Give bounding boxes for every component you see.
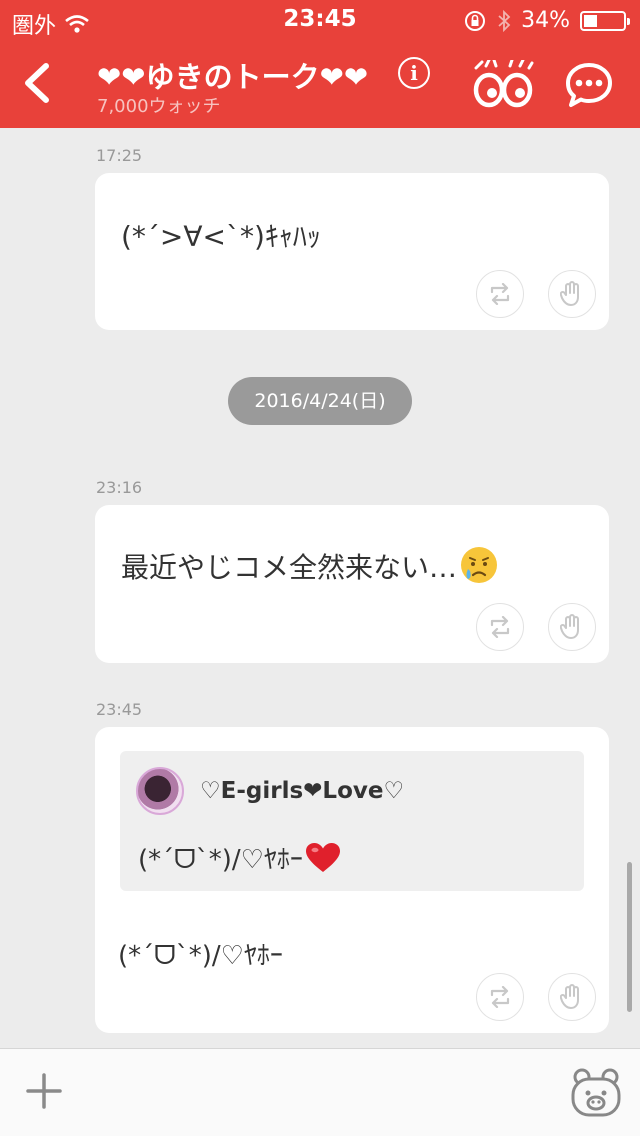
scrollbar[interactable]: [627, 862, 632, 1012]
red-heart-icon: [305, 843, 340, 872]
clap-button[interactable]: [548, 270, 596, 318]
message-text: 最近やじコメ全然来ない…: [121, 545, 499, 586]
date-separator: 2016/4/24(日): [228, 377, 412, 425]
chevron-left-icon[interactable]: [18, 58, 58, 108]
message-timestamp: 23:45: [96, 700, 143, 719]
message-timestamp: 17:25: [96, 146, 143, 165]
hand-icon: [560, 281, 579, 306]
message-card: (*´>∀<`*)ｷｬﾊｯ: [95, 173, 609, 330]
quote-author: ♡E-girls❤Love♡: [200, 778, 405, 804]
crying-face-icon: [461, 547, 498, 583]
clap-button[interactable]: [548, 973, 596, 1021]
message-body: 最近やじコメ全然来ない…: [121, 551, 458, 584]
message-text: (*´>∀<`*)ｷｬﾊｯ: [121, 220, 321, 253]
quoted-message[interactable]: ♡E-girls❤Love♡ (*´ᗜ`*)/♡ﾔﾎｰ: [120, 751, 584, 891]
battery-icon: [580, 10, 630, 31]
message-timestamp: 23:16: [96, 478, 143, 497]
page-title: ❤❤ゆきのトーク❤❤: [97, 60, 369, 94]
hand-icon: [560, 614, 579, 639]
message-text: (*´ᗜ`*)/♡ﾔﾎｰ: [118, 941, 283, 971]
quote-text: (*´ᗜ`*)/♡ﾔﾎｰ: [138, 839, 341, 876]
battery-percent: 34%: [521, 8, 570, 33]
bluetooth-icon: [498, 9, 511, 32]
avatar[interactable]: [136, 767, 184, 815]
watch-count: 7,000ウォッチ: [97, 96, 221, 117]
repost-icon: [490, 616, 510, 638]
repost-button[interactable]: [476, 603, 524, 651]
quote-body: (*´ᗜ`*)/♡ﾔﾎｰ: [138, 845, 303, 875]
top-bar: 圏外 23:45 34% ❤❤ゆきのトーク❤❤ 7,000ウォッチ i: [0, 0, 640, 128]
message-card: ♡E-girls❤Love♡ (*´ᗜ`*)/♡ﾔﾎｰ (*´ᗜ`*)/♡ﾔﾎｰ: [95, 727, 609, 1033]
bear-icon[interactable]: [570, 1067, 622, 1119]
status-bar: 圏外 23:45 34%: [0, 0, 640, 40]
speech-bubble-icon[interactable]: [564, 60, 614, 110]
plus-icon[interactable]: [26, 1073, 62, 1109]
repost-button[interactable]: [476, 270, 524, 318]
repost-icon: [490, 986, 510, 1008]
clap-button[interactable]: [548, 603, 596, 651]
rotation-lock-icon: [465, 10, 486, 31]
repost-button[interactable]: [476, 973, 524, 1021]
eyes-icon[interactable]: [472, 60, 534, 110]
repost-icon: [490, 283, 510, 305]
info-icon[interactable]: i: [398, 57, 430, 89]
message-card: 最近やじコメ全然来ない…: [95, 505, 609, 663]
hand-icon: [560, 984, 579, 1009]
bottom-bar: [0, 1048, 640, 1136]
